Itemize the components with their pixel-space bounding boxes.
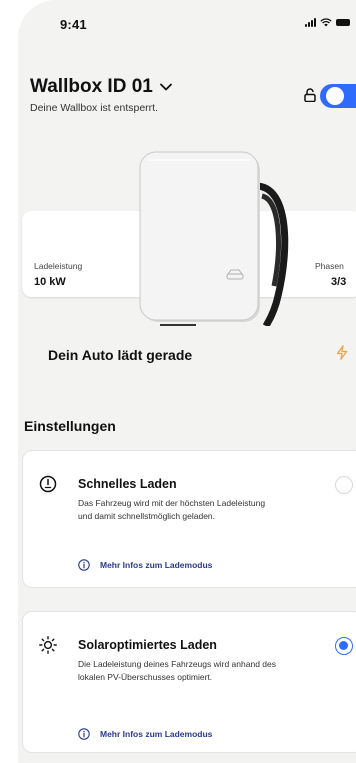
wallbox-image [139, 151, 289, 326]
mode-radio-selected[interactable] [335, 637, 353, 655]
mode-description: Die Ladeleistung deines Fahrzeugs wird a… [78, 659, 276, 682]
mode-title: Schnelles Laden [78, 477, 177, 491]
phone-screen: 9:41 Wallbox ID 01 Deine Wallbox ist ent… [18, 0, 356, 763]
mode-card-solar[interactable]: Solaroptimiertes Laden Die Ladeleistung … [22, 611, 356, 753]
settings-title: Einstellungen [24, 418, 116, 434]
bolt-icon [336, 345, 348, 360]
info-icon [78, 728, 90, 740]
toggle-knob [326, 87, 344, 105]
phases-value: 3/3 [331, 276, 347, 288]
info-icon [78, 559, 90, 571]
wifi-icon [320, 18, 332, 27]
status-icons [305, 18, 350, 27]
wallbox-status-subtitle: Deine Wallbox ist entsperrt. [30, 102, 158, 114]
sun-icon [39, 636, 57, 654]
info-link-label: Mehr Infos zum Lademodus [100, 729, 213, 739]
mode-radio[interactable] [335, 476, 353, 494]
info-link[interactable]: Mehr Infos zum Lademodus [78, 728, 212, 740]
unlock-icon [304, 88, 316, 102]
phases-label: Phasen [315, 261, 344, 271]
chevron-down-icon [159, 83, 172, 91]
info-link-label: Mehr Infos zum Lademodus [100, 560, 213, 570]
mode-title: Solaroptimiertes Laden [78, 638, 217, 652]
wallbox-title: Wallbox ID 01 [30, 76, 153, 97]
power-gauge-icon [39, 475, 57, 493]
status-time: 9:41 [60, 17, 87, 32]
signal-icon [305, 18, 316, 27]
lock-toggle[interactable] [320, 84, 356, 108]
wallbox-header: Wallbox ID 01 Deine Wallbox ist entsperr… [30, 76, 172, 114]
power-label: Ladeleistung [34, 261, 83, 271]
wallbox-selector[interactable]: Wallbox ID 01 [30, 76, 172, 98]
info-link[interactable]: Mehr Infos zum Lademodus [78, 559, 212, 571]
battery-icon [336, 19, 350, 26]
status-bar: 9:41 [18, 0, 356, 40]
power-value: 10 kW [34, 276, 66, 288]
charging-status-text: Dein Auto lädt gerade [48, 347, 193, 363]
mode-description: Das Fahrzeug wird mit der höchsten Ladel… [78, 498, 266, 521]
radio-dot [339, 641, 348, 650]
mode-card-fast[interactable]: Schnelles Laden Das Fahrzeug wird mit de… [22, 450, 356, 588]
